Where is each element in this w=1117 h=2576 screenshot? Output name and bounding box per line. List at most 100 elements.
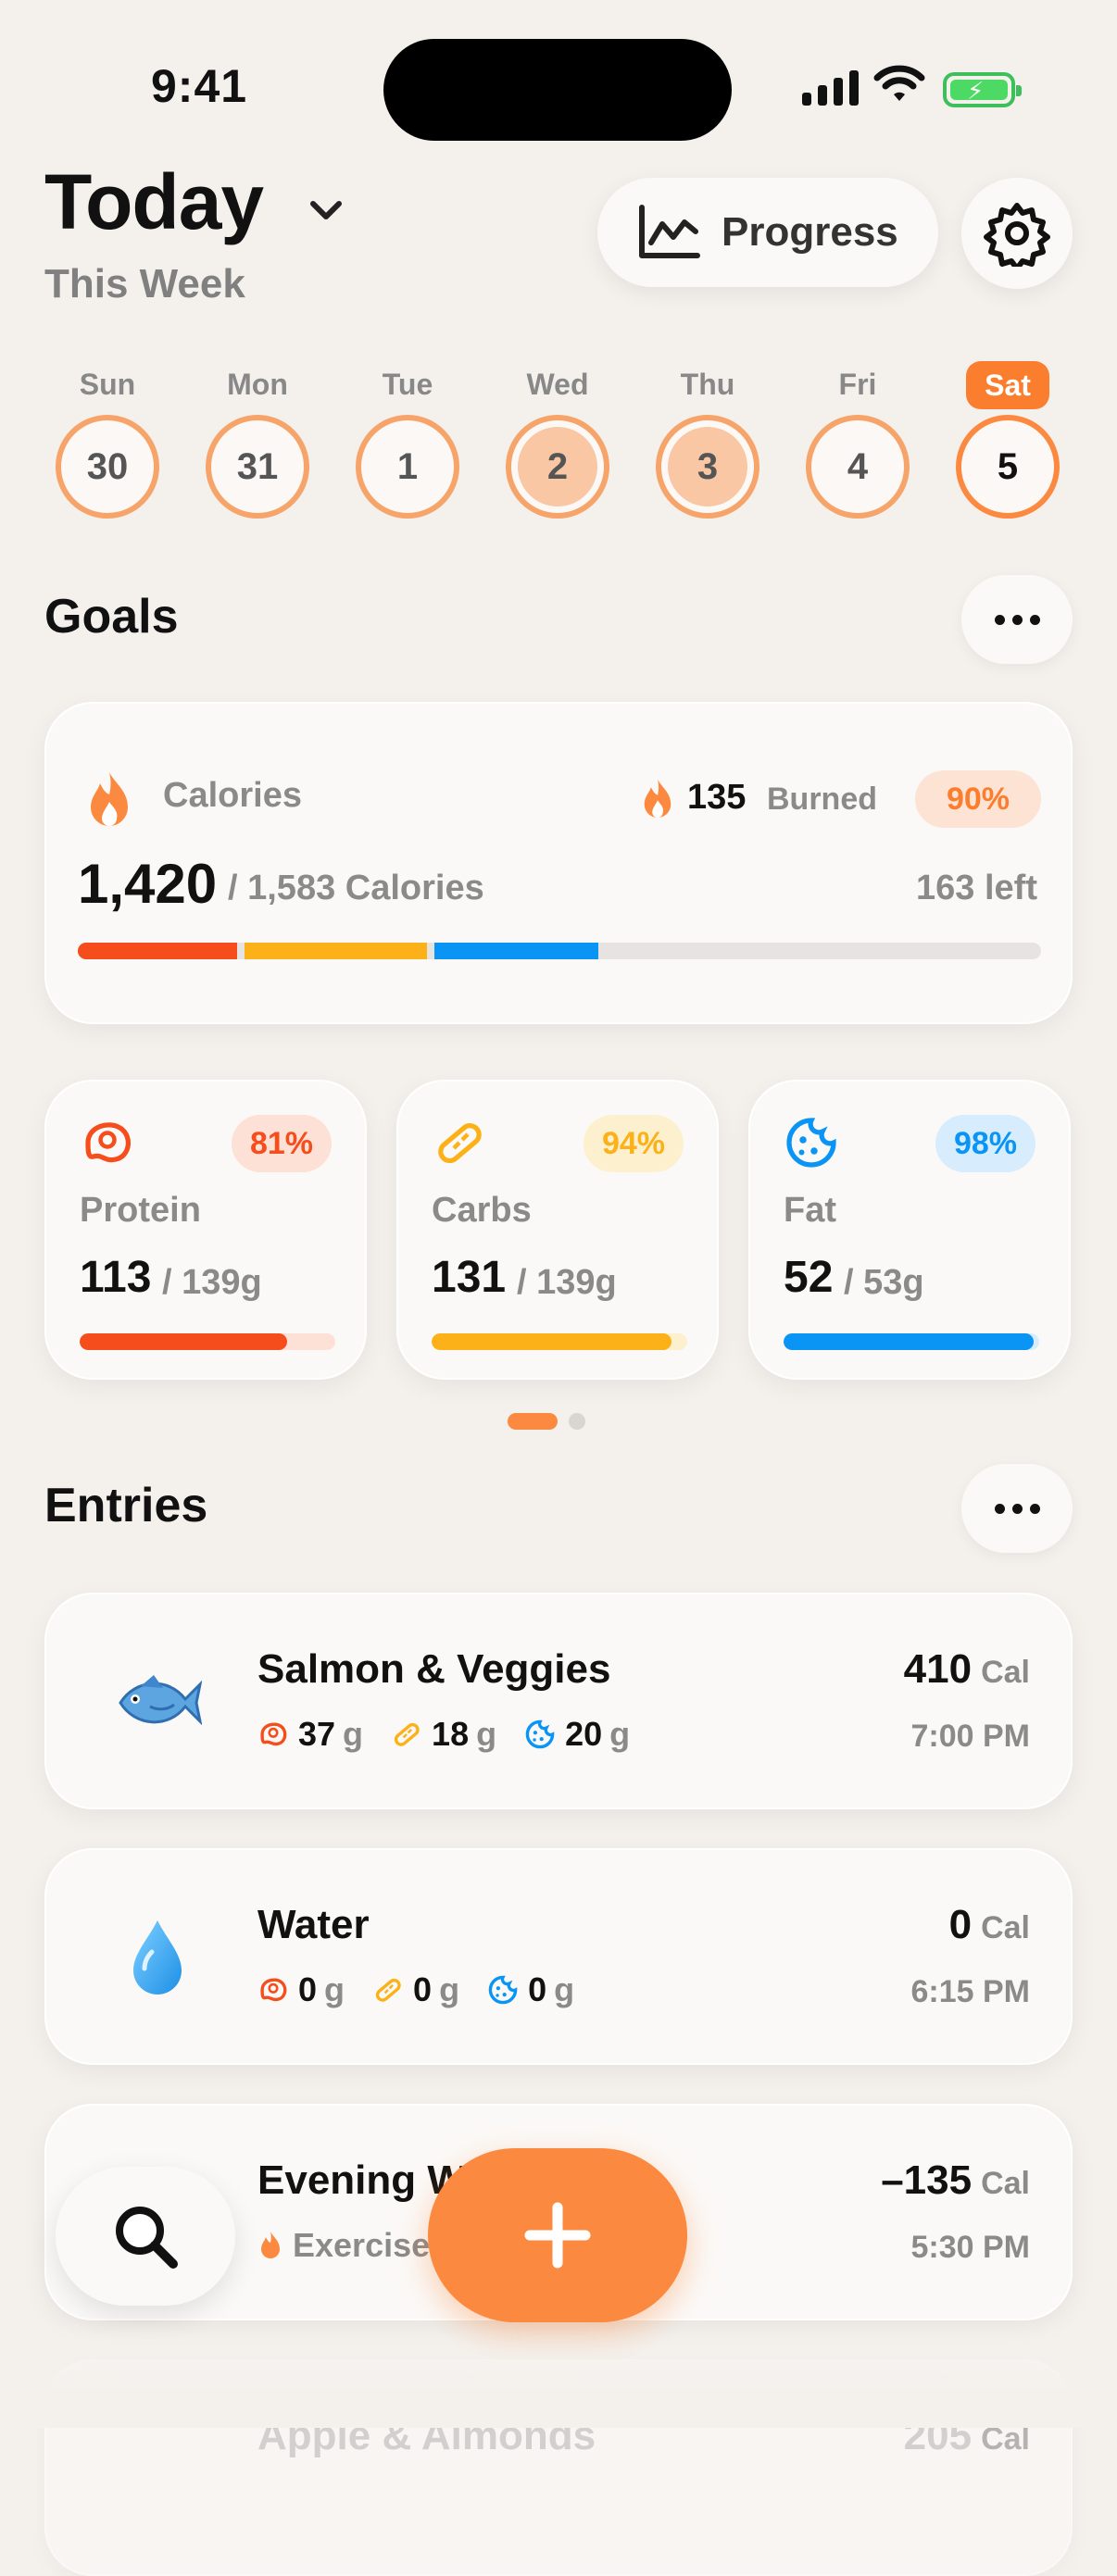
settings-button[interactable] xyxy=(961,178,1073,289)
steak-icon xyxy=(260,1978,287,2002)
gear-icon xyxy=(984,203,1050,267)
day-ring: 1 xyxy=(356,415,459,519)
macro-value: 113 xyxy=(80,1253,152,1302)
entry-fat: 20 xyxy=(565,1715,603,1753)
macro-percent-badge: 81% xyxy=(231,1115,332,1172)
battery-icon: ⚡ xyxy=(943,72,1022,107)
search-icon xyxy=(116,2207,178,2269)
entry-macros: 37 g 18 g 20 g xyxy=(257,1715,658,1754)
day-label: Fri xyxy=(838,368,877,401)
burned-label: Burned xyxy=(767,782,877,817)
chart-line-icon xyxy=(639,205,700,258)
entries-heading: Entries xyxy=(44,1479,208,1532)
day-tue[interactable]: Tue 1 xyxy=(343,361,472,519)
goals-more-button[interactable] xyxy=(961,575,1073,664)
page-subtitle: This Week xyxy=(44,261,245,306)
search-button[interactable] xyxy=(56,2167,235,2306)
chevron-down-icon[interactable] xyxy=(306,196,346,224)
macro-value: 52 xyxy=(784,1253,834,1302)
calories-percent-badge: 90% xyxy=(915,770,1041,828)
day-ring: 2 xyxy=(506,415,609,519)
calories-goal: / 1,583 Calories xyxy=(228,869,484,907)
cookie-icon xyxy=(784,1115,839,1175)
day-date: 5 xyxy=(997,445,1019,487)
day-sat[interactable]: Sat 5 xyxy=(943,361,1073,519)
entries-more-button[interactable] xyxy=(961,1464,1073,1553)
bread-icon xyxy=(394,1722,420,1746)
calories-bar-segment xyxy=(78,943,237,959)
day-wed[interactable]: Wed 2 xyxy=(493,361,622,519)
goals-heading: Goals xyxy=(44,590,179,644)
macro-progress-bar xyxy=(784,1333,1039,1350)
calories-consumed: 1,420 xyxy=(78,853,218,915)
entry-calories: –135 Cal xyxy=(881,2157,1030,2203)
entry-protein: 37 xyxy=(298,1715,336,1753)
macro-progress-bar xyxy=(80,1333,335,1350)
day-ring: 31 xyxy=(206,415,309,519)
macro-card-fat[interactable]: 98% Fat 52 / 53g xyxy=(748,1080,1071,1380)
cookie-icon xyxy=(488,1975,518,2005)
page-title[interactable]: Today xyxy=(44,157,264,247)
day-date: 3 xyxy=(668,427,747,506)
day-sun[interactable]: Sun 30 xyxy=(43,361,172,519)
entry-calories: 410 Cal xyxy=(903,1646,1030,1692)
steak-icon xyxy=(260,1722,287,1746)
flame-icon xyxy=(91,772,128,826)
day-date: 4 xyxy=(847,445,869,487)
entry-time: 7:00 PM xyxy=(910,1719,1031,1754)
day-ring: 30 xyxy=(56,415,159,519)
entry-protein: 0 xyxy=(298,1970,318,2008)
bread-icon xyxy=(375,1978,401,2002)
entry-name: Water xyxy=(257,1902,370,1947)
macro-card-protein[interactable]: 81% Protein 113 / 139g xyxy=(44,1080,367,1380)
progress-button[interactable]: Progress xyxy=(597,178,938,287)
entry-row[interactable]: Water 0g 0g 0g 0 Cal 6:15 PM xyxy=(44,1848,1073,2065)
day-label: Sun xyxy=(79,368,136,401)
fish-icon xyxy=(111,1656,204,1748)
burned-value: 135 xyxy=(687,778,747,817)
entry-macros: 0g 0g 0g xyxy=(257,1970,602,2009)
entry-row[interactable]: Salmon & Veggies 37 g 18 g 20 g 410 Cal 7:00… xyxy=(44,1593,1073,1809)
page-indicator[interactable] xyxy=(508,1413,585,1430)
plus-icon xyxy=(524,2202,591,2269)
cellular-signal-icon xyxy=(802,70,859,106)
macro-goal: / 139g xyxy=(162,1263,262,1302)
status-time: 9:41 xyxy=(151,60,248,112)
day-date: 2 xyxy=(518,427,597,506)
day-date: 31 xyxy=(236,445,279,487)
calories-label: Calories xyxy=(163,776,302,815)
wifi-icon xyxy=(873,65,925,101)
calories-left: 163 left xyxy=(916,869,1037,907)
entry-time: 5:30 PM xyxy=(910,2230,1031,2265)
calories-progress-bar xyxy=(78,943,1041,959)
calories-bar-segment xyxy=(244,943,428,959)
calories-card[interactable]: Calories 135 Burned 90% 1,420 / 1,583 Ca… xyxy=(44,702,1073,1024)
calories-bar-segment xyxy=(434,943,598,959)
macro-goal: / 53g xyxy=(844,1263,924,1302)
macro-card-carbs[interactable]: 94% Carbs 131 / 139g xyxy=(396,1080,719,1380)
day-thu[interactable]: Thu 3 xyxy=(643,361,772,519)
entry-name: Evening W xyxy=(257,2157,466,2203)
bread-icon xyxy=(432,1115,487,1175)
day-label: Wed xyxy=(526,368,589,401)
macro-name: Fat xyxy=(784,1191,836,1230)
page-dot xyxy=(569,1413,585,1430)
add-entry-button[interactable] xyxy=(428,2148,687,2322)
day-date: 1 xyxy=(396,445,419,487)
droplet-icon xyxy=(111,1911,204,2004)
entry-time: 6:15 PM xyxy=(910,1974,1031,2009)
day-label: Tue xyxy=(382,368,433,401)
entry-name: Salmon & Veggies xyxy=(257,1646,611,1692)
entry-type: Exercise xyxy=(257,2226,430,2265)
macro-value: 131 xyxy=(432,1253,507,1302)
page-dot-active xyxy=(508,1413,558,1430)
day-ring: 5 xyxy=(956,415,1060,519)
steak-icon xyxy=(80,1115,135,1175)
entry-carbs: 0 xyxy=(413,1970,433,2008)
day-fri[interactable]: Fri 4 xyxy=(793,361,922,519)
day-mon[interactable]: Mon 31 xyxy=(193,361,322,519)
day-label: Sat xyxy=(966,361,1049,409)
flame-icon xyxy=(261,2232,280,2258)
day-label: Mon xyxy=(227,368,288,401)
cookie-icon xyxy=(525,1719,555,1749)
